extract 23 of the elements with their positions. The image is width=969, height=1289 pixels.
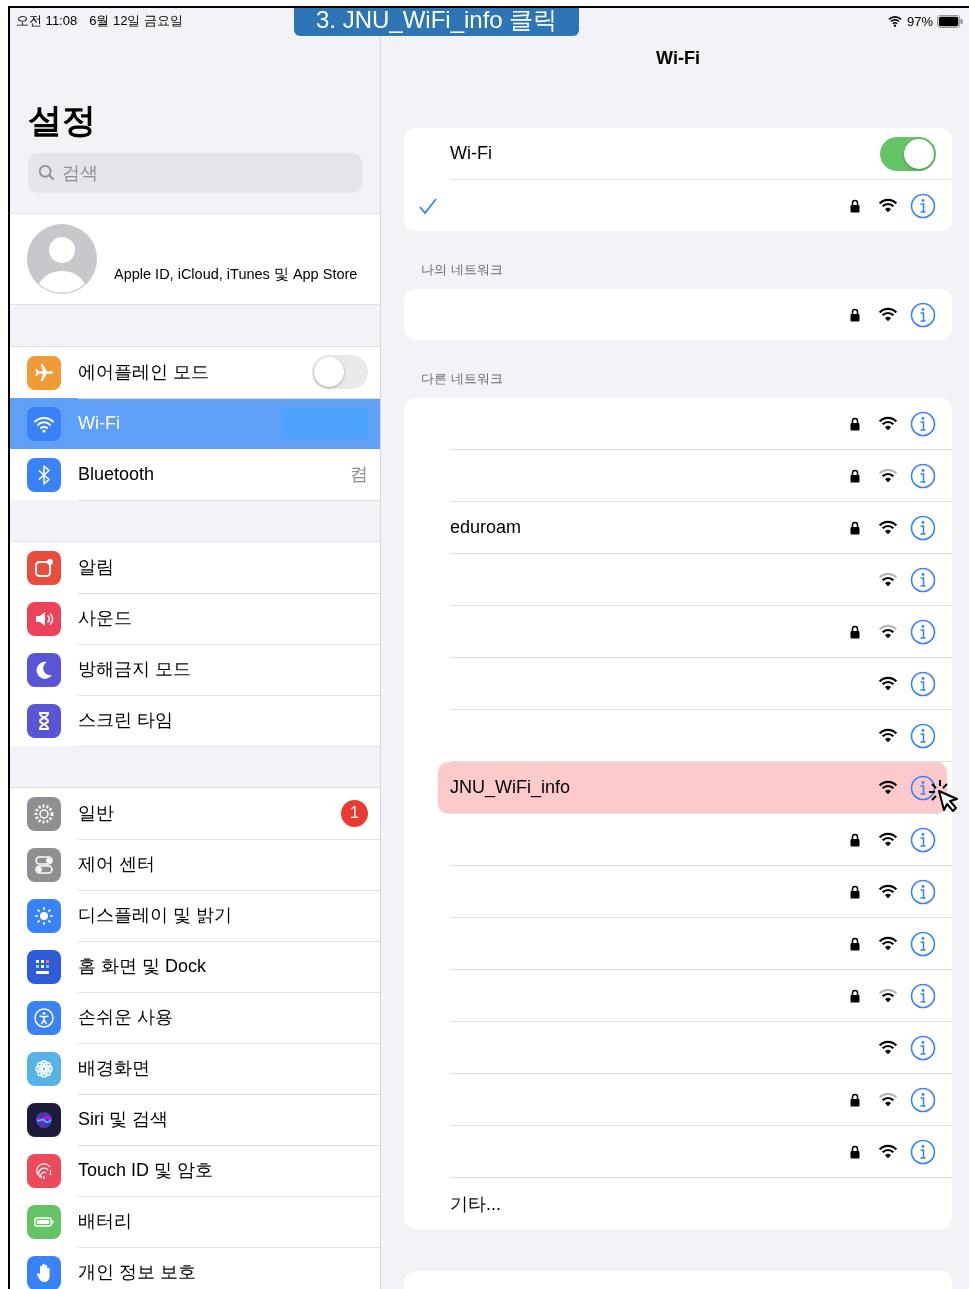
step-banner: 3. JNU_WiFi_info 클릭 [294,8,580,36]
notification-badge: 1 [341,799,368,827]
status-time: 오전 11:08 [16,12,78,30]
item-value: 켬 [350,463,368,486]
page-title: Wi-Fi [655,47,701,70]
wifi-toggle[interactable] [880,136,936,171]
wifi-status-icon [886,13,903,29]
search-icon [38,164,56,182]
profile-label: Apple ID, iCloud, iTunes 및 App Store [114,264,358,284]
other-network-link[interactable]: 기타... [450,1191,936,1216]
airplane-toggle[interactable] [312,355,368,389]
settings-title: 설정 [27,100,97,140]
search-field[interactable]: 검색 [28,153,362,193]
section-header: 나의 네트워크 [420,261,504,279]
avatar-silhouette [27,224,97,294]
wifi-label: Wi-Fi [450,143,493,164]
profile-card[interactable]: Apple ID, iCloud, iTunes 및 App Store [10,213,380,305]
info-icon[interactable] [910,774,936,801]
status-date: 6월 12일 금요일 [89,12,184,30]
battery-icon [937,14,963,28]
section-header: 다른 네트워크 [420,370,504,388]
network-row[interactable]: eduroam [450,502,952,554]
battery-percent: 97% [906,13,933,29]
